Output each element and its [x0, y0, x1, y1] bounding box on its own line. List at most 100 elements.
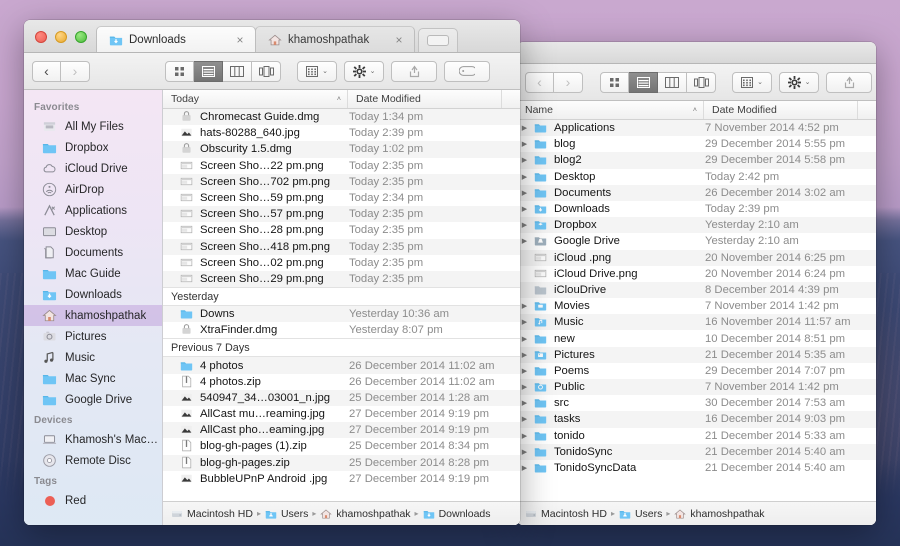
sidebar-item-all-my-files[interactable]: All My Files: [24, 116, 162, 137]
sidebar-item-airdrop[interactable]: AirDrop: [24, 179, 162, 200]
table-row[interactable]: Screen Sho…57 pm.png Today 2:35 pm: [163, 206, 520, 223]
table-row[interactable]: ▶ Google Drive Yesterday 2:10 am: [517, 233, 876, 249]
coverflow-view-button[interactable]: [252, 60, 281, 82]
back-button[interactable]: ‹: [32, 60, 61, 82]
table-row[interactable]: BubbleUPnP Android .jpg 27 December 2014 …: [163, 471, 520, 487]
finder-window-home[interactable]: ‹ › ⌄ ⌄ Name ˄ Date Modified ▶ Applicati…: [517, 42, 876, 525]
tab-khamoshpathak[interactable]: khamoshpathak ×: [255, 26, 415, 52]
icon-view-button[interactable]: [165, 60, 194, 82]
column-header-name[interactable]: Name ˄: [517, 101, 704, 119]
right-nav-buttons[interactable]: ‹ ›: [525, 71, 583, 93]
table-row[interactable]: Screen Sho…22 pm.png Today 2:35 pm: [163, 158, 520, 174]
sidebar-item-red[interactable]: Red: [24, 490, 162, 511]
table-row[interactable]: Screen Sho…02 pm.png Today 2:35 pm: [163, 255, 520, 271]
sidebar-item-downloads[interactable]: Downloads: [24, 284, 162, 305]
sidebar-item-khamoshpathak[interactable]: khamoshpathak: [24, 305, 162, 326]
left-column-headers[interactable]: Today ˄ Date Modified: [163, 90, 520, 109]
sidebar-item-google-drive[interactable]: Google Drive: [24, 389, 162, 410]
breadcrumb-item[interactable]: Users: [619, 508, 662, 520]
tags-button[interactable]: [444, 60, 490, 82]
table-row[interactable]: ▶ Public 7 November 2014 1:42 pm: [517, 379, 876, 396]
table-row[interactable]: ▶ Downloads Today 2:39 pm: [517, 201, 876, 217]
right-window-toolbar[interactable]: ‹ › ⌄ ⌄: [517, 64, 876, 101]
right-view-mode-group[interactable]: [600, 71, 716, 93]
share-button[interactable]: [391, 60, 437, 82]
column-view-button[interactable]: [223, 60, 252, 82]
table-row[interactable]: Screen Sho…29 pm.png Today 2:35 pm: [163, 270, 520, 288]
tab-downloads[interactable]: Downloads ×: [96, 26, 256, 52]
left-file-list[interactable]: Chromecast Guide.dmg Today 1:34 pm hats-80…: [163, 109, 520, 501]
table-row[interactable]: hats-80288_640.jpg Today 2:39 pm: [163, 125, 520, 141]
breadcrumb-item[interactable]: Users: [265, 508, 308, 520]
sidebar-item-dropbox[interactable]: Dropbox: [24, 137, 162, 158]
right-column-headers[interactable]: Name ˄ Date Modified: [517, 101, 876, 120]
coverflow-view-button[interactable]: [687, 71, 716, 93]
table-row[interactable]: ▶ src 30 December 2014 7:53 am: [517, 395, 876, 411]
column-header-date[interactable]: Date Modified: [348, 90, 502, 108]
table-row[interactable]: ▶ Applications 7 November 2014 4:52 pm: [517, 120, 876, 137]
new-tab-button[interactable]: [418, 28, 458, 52]
tab-bar[interactable]: Downloads × khamoshpathak ×: [96, 20, 520, 52]
icon-view-button[interactable]: [600, 71, 629, 93]
left-nav-buttons[interactable]: ‹ ›: [32, 60, 90, 82]
table-row[interactable]: ▶ tasks 16 December 2014 9:03 pm: [517, 411, 876, 428]
table-row[interactable]: 4 photos 26 December 2014 11:02 am: [163, 357, 520, 374]
table-row[interactable]: AllCast mu…reaming.jpg 27 December 2014 9…: [163, 406, 520, 422]
table-row[interactable]: Chromecast Guide.dmg Today 1:34 pm: [163, 109, 520, 126]
sidebar-item-khamosh-s-macb[interactable]: Khamosh's MacB…: [24, 429, 162, 450]
table-row[interactable]: ▶ new 10 December 2014 8:51 pm: [517, 330, 876, 346]
table-row[interactable]: ▶ Documents 26 December 2014 3:02 am: [517, 184, 876, 201]
left-window-toolbar[interactable]: ‹ › ⌄ ⌄: [24, 53, 520, 90]
table-row[interactable]: ▶ TonidoSyncData 21 December 2014 5:40 am: [517, 460, 876, 476]
breadcrumb-item[interactable]: khamoshpathak: [320, 508, 411, 520]
table-row[interactable]: Screen Sho…418 pm.png Today 2:35 pm: [163, 238, 520, 255]
minimize-window-button[interactable]: [55, 31, 67, 43]
sidebar-item-desktop[interactable]: Desktop: [24, 221, 162, 242]
breadcrumb-item[interactable]: Macintosh HD: [171, 508, 253, 520]
close-icon[interactable]: ×: [392, 33, 406, 47]
sidebar[interactable]: Favorites All My Files Dropbox iCloud Drive…: [24, 90, 163, 525]
table-row[interactable]: Screen Sho…702 pm.png Today 2:35 pm: [163, 173, 520, 190]
list-view-button[interactable]: [629, 71, 658, 93]
sidebar-item-mac-sync[interactable]: Mac Sync: [24, 368, 162, 389]
table-row[interactable]: ▶ Pictures 21 December 2014 5:35 am: [517, 346, 876, 363]
table-row[interactable]: 4 photos.zip 26 December 2014 11:02 am: [163, 374, 520, 390]
list-view-button[interactable]: [194, 60, 223, 82]
right-window-titlebar[interactable]: [517, 42, 876, 64]
table-row[interactable]: Screen Sho…59 pm.png Today 2:34 pm: [163, 190, 520, 206]
sidebar-item-mac-guide[interactable]: Mac Guide: [24, 263, 162, 284]
sidebar-item-icloud-drive[interactable]: iCloud Drive: [24, 158, 162, 179]
table-row[interactable]: Downs Yesterday 10:36 am: [163, 306, 520, 323]
close-window-button[interactable]: [35, 31, 47, 43]
arrange-button[interactable]: ⌄: [297, 60, 337, 82]
table-row[interactable]: ▶ TonidoSync 21 December 2014 5:40 am: [517, 443, 876, 460]
table-row[interactable]: ▶ Poems 29 December 2014 7:07 pm: [517, 363, 876, 379]
table-row[interactable]: ▶ blog 29 December 2014 5:55 pm: [517, 136, 876, 152]
table-row[interactable]: ▶ tonido 21 December 2014 5:33 am: [517, 428, 876, 444]
table-row[interactable]: ▶ blog2 29 December 2014 5:58 pm: [517, 152, 876, 169]
close-icon[interactable]: ×: [233, 33, 247, 47]
arrange-button[interactable]: ⌄: [732, 71, 772, 93]
table-row[interactable]: blog-gh-pages.zip 25 December 2014 8:28 p…: [163, 454, 520, 471]
sidebar-item-documents[interactable]: Documents: [24, 242, 162, 263]
left-view-mode-group[interactable]: [165, 60, 281, 82]
forward-button[interactable]: ›: [554, 71, 583, 93]
right-path-bar[interactable]: Macintosh HD ▸ Users ▸ khamoshpathak: [517, 501, 876, 525]
table-row[interactable]: iCloud Drive.png 20 November 2014 6:24 pm: [517, 266, 876, 282]
sidebar-item-pictures[interactable]: Pictures: [24, 326, 162, 347]
table-row[interactable]: iCloud .png 20 November 2014 6:25 pm: [517, 249, 876, 266]
breadcrumb-item[interactable]: khamoshpathak: [674, 508, 765, 520]
sidebar-item-music[interactable]: Music: [24, 347, 162, 368]
share-button[interactable]: [826, 71, 872, 93]
zoom-window-button[interactable]: [75, 31, 87, 43]
forward-button[interactable]: ›: [61, 60, 90, 82]
column-header-tail[interactable]: [858, 101, 876, 119]
table-row[interactable]: XtraFinder.dmg Yesterday 8:07 pm: [163, 322, 520, 338]
column-header-name[interactable]: Today ˄: [163, 90, 348, 108]
column-view-button[interactable]: [658, 71, 687, 93]
table-row[interactable]: blog-gh-pages (1).zip 25 December 2014 8:…: [163, 438, 520, 454]
table-row[interactable]: AllCast pho…eaming.jpg 27 December 2014 9…: [163, 422, 520, 439]
traffic-lights[interactable]: [24, 31, 96, 52]
table-row[interactable]: Screen Sho…28 pm.png Today 2:35 pm: [163, 222, 520, 238]
left-path-bar[interactable]: Macintosh HD ▸ Users ▸ khamoshpathak ▸ Downloa…: [163, 501, 520, 525]
